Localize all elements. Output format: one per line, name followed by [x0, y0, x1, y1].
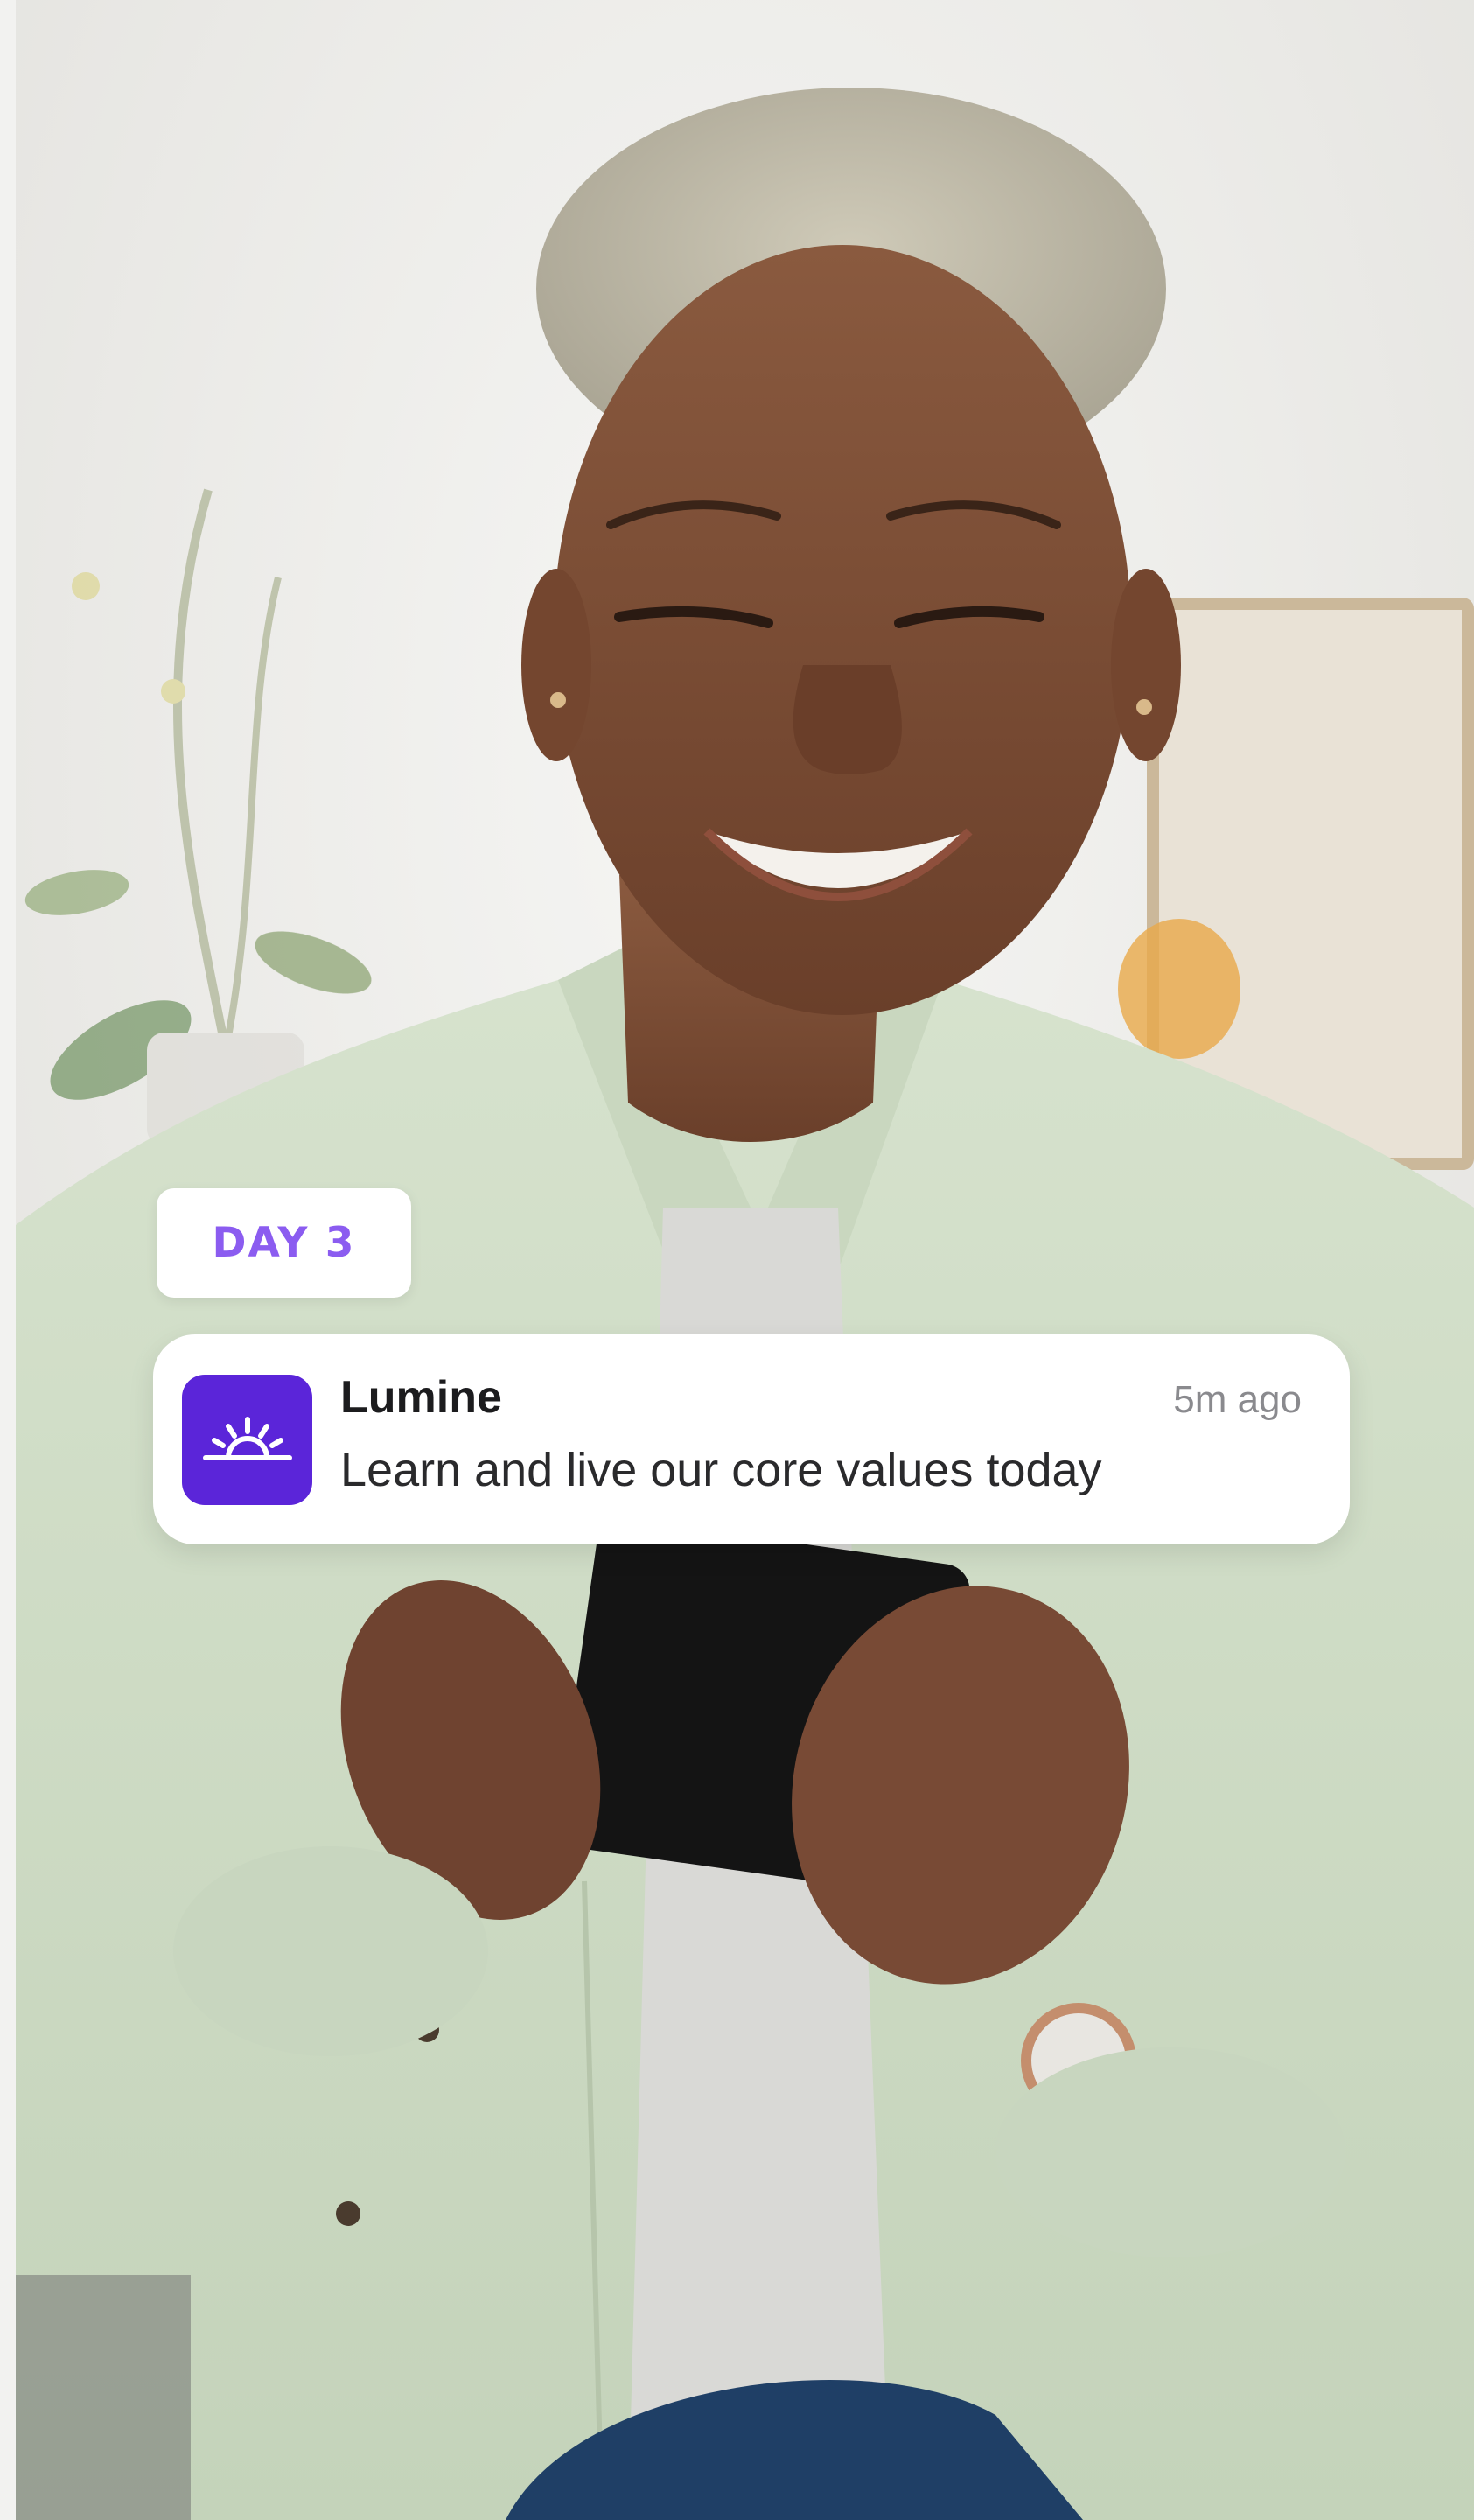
app-icon [182, 1375, 312, 1505]
notification-message: Learn and live our core values today [340, 1444, 1102, 1496]
sunrise-icon [202, 1416, 292, 1460]
day-badge: DAY 3 [157, 1188, 411, 1298]
app-name: Lumine [340, 1372, 502, 1423]
notification-card[interactable]: Lumine 5m ago Learn and live our core va… [153, 1334, 1350, 1544]
screen: DAY 3 Lumine 5m ago Learn and live our c… [0, 0, 1474, 2520]
day-badge-label: DAY 3 [212, 1219, 356, 1267]
notification-timestamp: 5m ago [1173, 1378, 1302, 1421]
